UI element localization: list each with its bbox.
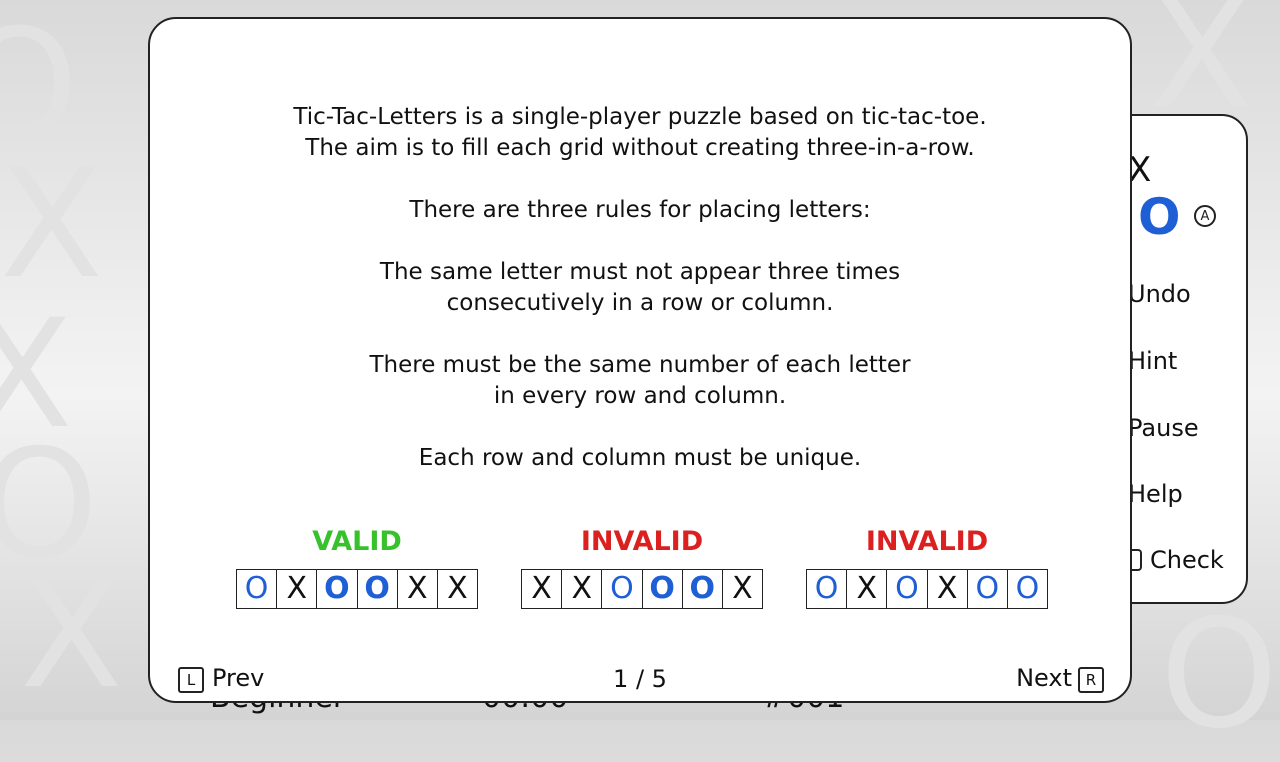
o-letter-button[interactable]: O <box>1138 188 1181 246</box>
x-cell: X <box>277 570 318 608</box>
example-valid: VALID OXOOXX <box>236 525 478 609</box>
x-cell: X <box>562 570 603 608</box>
x-cell: X <box>522 570 563 608</box>
rules-line: The aim is to fill each grid without cre… <box>305 135 975 161</box>
o-cell: O <box>237 570 278 608</box>
rules-line: The same letter must not appear three ti… <box>379 259 901 285</box>
example-label: INVALID <box>580 526 704 557</box>
rules-line: in every row and column. <box>493 383 787 409</box>
example-invalid-2: INVALID OXOXOO <box>806 525 1048 609</box>
pause-button[interactable]: Pause <box>1128 414 1199 442</box>
next-label: Next <box>1016 664 1072 692</box>
check-label: Check <box>1150 546 1224 574</box>
x-cell: X <box>732 571 753 606</box>
help-dialog: Tic-Tac-Letters is a single-player puzzl… <box>148 17 1132 703</box>
o-cell: O <box>602 570 643 608</box>
x-cell: X <box>398 570 438 608</box>
x-cell: X <box>928 570 968 608</box>
x-cell: X <box>447 571 468 606</box>
rules-line: There must be the same number of each le… <box>369 352 911 378</box>
page-indicator: 1 / 5 <box>613 665 667 693</box>
rules-text: Tic-Tac-Letters is a single-player puzzl… <box>150 102 1130 474</box>
example-label: VALID <box>312 526 402 557</box>
background-x-glyph: X <box>20 548 123 722</box>
background-o-glyph: O <box>1160 588 1279 762</box>
rules-line: Tic-Tac-Letters is a single-player puzzl… <box>293 104 987 130</box>
help-button[interactable]: Help <box>1128 480 1183 508</box>
undo-button[interactable]: Undo <box>1128 280 1191 308</box>
o-cell: O <box>683 570 723 608</box>
o-cell: O <box>1015 571 1040 606</box>
o-cell: O <box>887 570 928 608</box>
o-cell: O <box>317 570 358 608</box>
example-grid: OXOXOO <box>806 569 1048 609</box>
o-cell: O <box>358 570 398 608</box>
next-button[interactable]: Next R <box>1016 664 1104 693</box>
x-cell: X <box>847 570 888 608</box>
example-grid: XXOOOX <box>521 569 763 609</box>
example-invalid-1: INVALID XXOOOX <box>521 525 763 609</box>
background-x-glyph: X <box>1150 0 1253 142</box>
rules-line: Each row and column must be unique. <box>418 445 862 471</box>
check-button[interactable]: Check <box>1128 546 1224 574</box>
hint-button[interactable]: Hint <box>1128 347 1177 375</box>
rules-line: There are three rules for placing letter… <box>409 197 871 223</box>
a-button-icon: A <box>1194 205 1216 227</box>
o-cell: O <box>807 570 848 608</box>
o-cell: O <box>643 570 683 608</box>
example-grid: OXOOXX <box>236 569 478 609</box>
rules-line: consecutively in a row or column. <box>446 290 834 316</box>
background-x-glyph: X <box>0 138 103 312</box>
r-key-icon: R <box>1078 667 1104 693</box>
example-label: INVALID <box>865 526 989 557</box>
o-cell: O <box>968 570 1008 608</box>
